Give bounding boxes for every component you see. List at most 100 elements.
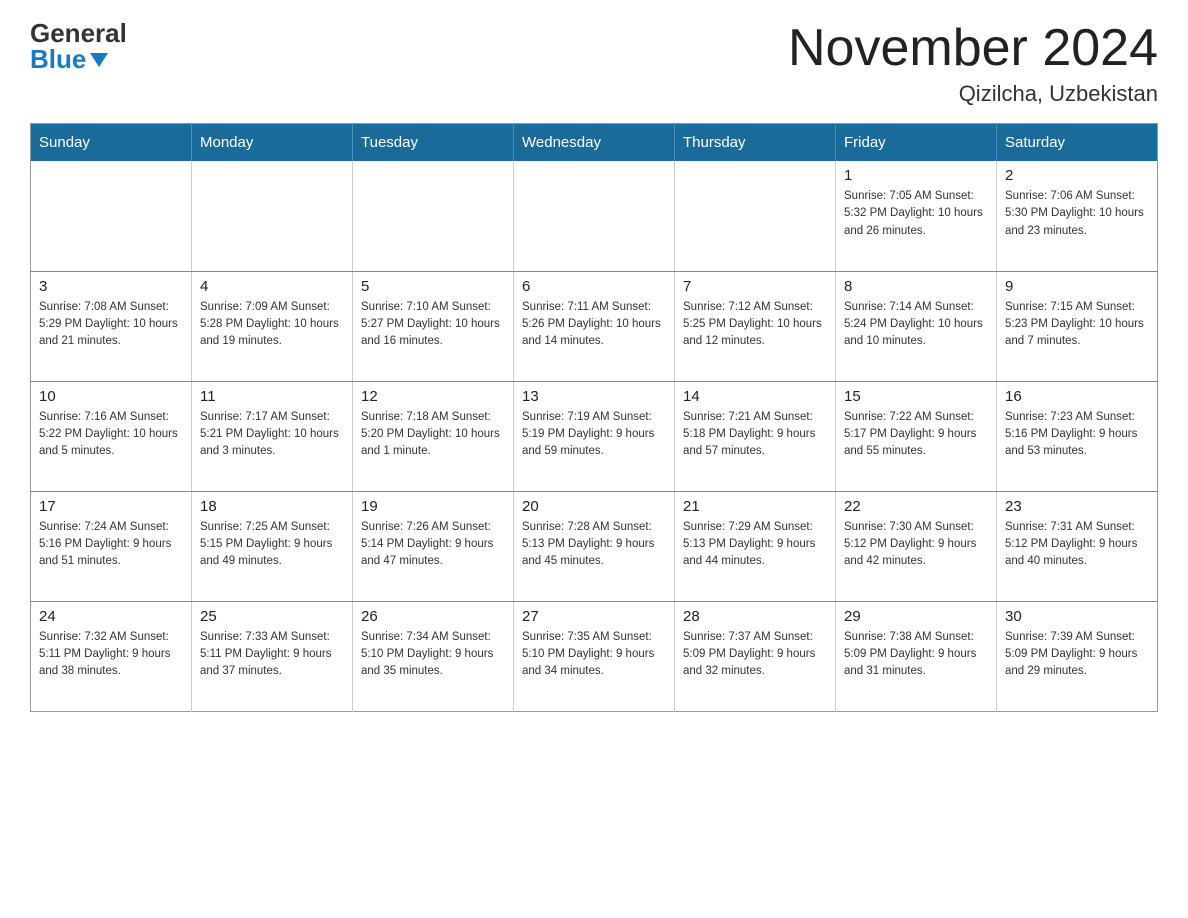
day-number: 19: [361, 498, 505, 515]
day-info: Sunrise: 7:33 AM Sunset: 5:11 PM Dayligh…: [200, 629, 344, 681]
day-info: Sunrise: 7:21 AM Sunset: 5:18 PM Dayligh…: [683, 409, 827, 461]
day-number: 22: [844, 498, 988, 515]
weekday-header-saturday: Saturday: [997, 124, 1158, 162]
calendar-cell: 25 Sunrise: 7:33 AM Sunset: 5:11 PM Dayli…: [192, 601, 353, 711]
calendar-cell: 14 Sunrise: 7:21 AM Sunset: 5:18 PM Dayli…: [675, 381, 836, 491]
calendar-cell: [514, 161, 675, 271]
weekday-header-thursday: Thursday: [675, 124, 836, 162]
calendar-cell: 26 Sunrise: 7:34 AM Sunset: 5:10 PM Dayli…: [353, 601, 514, 711]
day-info: Sunrise: 7:11 AM Sunset: 5:26 PM Dayligh…: [522, 299, 666, 351]
calendar-cell: 30Sunrise: 7:39 AM Sunset: 5:09 PM Dayli…: [997, 601, 1158, 711]
calendar-cell: 15 Sunrise: 7:22 AM Sunset: 5:17 PM Dayli…: [836, 381, 997, 491]
day-number: 5: [361, 278, 505, 295]
weekday-header-monday: Monday: [192, 124, 353, 162]
day-info: Sunrise: 7:32 AM Sunset: 5:11 PM Dayligh…: [39, 629, 183, 681]
day-info: Sunrise: 7:23 AM Sunset: 5:16 PM Dayligh…: [1005, 409, 1149, 461]
day-number: 21: [683, 498, 827, 515]
day-info: Sunrise: 7:30 AM Sunset: 5:12 PM Dayligh…: [844, 519, 988, 571]
day-number: 10: [39, 388, 183, 405]
calendar-week-row: 1Sunrise: 7:05 AM Sunset: 5:32 PM Daylig…: [31, 161, 1158, 271]
day-info: Sunrise: 7:22 AM Sunset: 5:17 PM Dayligh…: [844, 409, 988, 461]
day-number: 15: [844, 388, 988, 405]
day-info: Sunrise: 7:14 AM Sunset: 5:24 PM Dayligh…: [844, 299, 988, 351]
calendar-cell: 12 Sunrise: 7:18 AM Sunset: 5:20 PM Dayli…: [353, 381, 514, 491]
day-info: Sunrise: 7:18 AM Sunset: 5:20 PM Dayligh…: [361, 409, 505, 461]
day-number: 24: [39, 608, 183, 625]
day-number: 4: [200, 278, 344, 295]
day-info: Sunrise: 7:24 AM Sunset: 5:16 PM Dayligh…: [39, 519, 183, 571]
day-number: 3: [39, 278, 183, 295]
day-info: Sunrise: 7:35 AM Sunset: 5:10 PM Dayligh…: [522, 629, 666, 681]
day-number: 20: [522, 498, 666, 515]
day-number: 26: [361, 608, 505, 625]
calendar-table: SundayMondayTuesdayWednesdayThursdayFrid…: [30, 123, 1158, 712]
calendar-week-row: 3 Sunrise: 7:08 AM Sunset: 5:29 PM Daylig…: [31, 271, 1158, 381]
day-info: Sunrise: 7:34 AM Sunset: 5:10 PM Dayligh…: [361, 629, 505, 681]
day-info: Sunrise: 7:31 AM Sunset: 5:12 PM Dayligh…: [1005, 519, 1149, 571]
day-number: 27: [522, 608, 666, 625]
weekday-header-row: SundayMondayTuesdayWednesdayThursdayFrid…: [31, 124, 1158, 162]
day-number: 1: [844, 167, 988, 184]
day-number: 23: [1005, 498, 1149, 515]
day-info: Sunrise: 7:16 AM Sunset: 5:22 PM Dayligh…: [39, 409, 183, 461]
day-number: 2: [1005, 167, 1149, 184]
calendar-cell: 27 Sunrise: 7:35 AM Sunset: 5:10 PM Dayli…: [514, 601, 675, 711]
calendar-cell: 22 Sunrise: 7:30 AM Sunset: 5:12 PM Dayli…: [836, 491, 997, 601]
day-number: 28: [683, 608, 827, 625]
title-section: November 2024 Qizilcha, Uzbekistan: [788, 20, 1158, 107]
day-info: Sunrise: 7:38 AM Sunset: 5:09 PM Dayligh…: [844, 629, 988, 681]
logo-arrow-icon: [90, 53, 108, 67]
day-number: 30: [1005, 608, 1149, 625]
day-number: 25: [200, 608, 344, 625]
calendar-cell: 8Sunrise: 7:14 AM Sunset: 5:24 PM Daylig…: [836, 271, 997, 381]
day-number: 13: [522, 388, 666, 405]
calendar-cell: 7 Sunrise: 7:12 AM Sunset: 5:25 PM Daylig…: [675, 271, 836, 381]
calendar-cell: 6Sunrise: 7:11 AM Sunset: 5:26 PM Daylig…: [514, 271, 675, 381]
day-number: 11: [200, 388, 344, 405]
day-info: Sunrise: 7:37 AM Sunset: 5:09 PM Dayligh…: [683, 629, 827, 681]
day-info: Sunrise: 7:08 AM Sunset: 5:29 PM Dayligh…: [39, 299, 183, 351]
calendar-cell: [192, 161, 353, 271]
day-number: 7: [683, 278, 827, 295]
calendar-cell: 23 Sunrise: 7:31 AM Sunset: 5:12 PM Dayli…: [997, 491, 1158, 601]
day-info: Sunrise: 7:12 AM Sunset: 5:25 PM Dayligh…: [683, 299, 827, 351]
calendar-cell: 9Sunrise: 7:15 AM Sunset: 5:23 PM Daylig…: [997, 271, 1158, 381]
calendar-cell: 18Sunrise: 7:25 AM Sunset: 5:15 PM Dayli…: [192, 491, 353, 601]
day-info: Sunrise: 7:19 AM Sunset: 5:19 PM Dayligh…: [522, 409, 666, 461]
day-info: Sunrise: 7:25 AM Sunset: 5:15 PM Dayligh…: [200, 519, 344, 571]
calendar-cell: 19Sunrise: 7:26 AM Sunset: 5:14 PM Dayli…: [353, 491, 514, 601]
day-number: 9: [1005, 278, 1149, 295]
calendar-cell: 24 Sunrise: 7:32 AM Sunset: 5:11 PM Dayli…: [31, 601, 192, 711]
page-header: General Blue November 2024 Qizilcha, Uzb…: [30, 20, 1158, 107]
calendar-cell: [31, 161, 192, 271]
day-number: 14: [683, 388, 827, 405]
day-info: Sunrise: 7:29 AM Sunset: 5:13 PM Dayligh…: [683, 519, 827, 571]
calendar-week-row: 24 Sunrise: 7:32 AM Sunset: 5:11 PM Dayli…: [31, 601, 1158, 711]
calendar-cell: 5Sunrise: 7:10 AM Sunset: 5:27 PM Daylig…: [353, 271, 514, 381]
calendar-cell: 2 Sunrise: 7:06 AM Sunset: 5:30 PM Daylig…: [997, 161, 1158, 271]
calendar-cell: 10 Sunrise: 7:16 AM Sunset: 5:22 PM Dayli…: [31, 381, 192, 491]
calendar-cell: 20 Sunrise: 7:28 AM Sunset: 5:13 PM Dayli…: [514, 491, 675, 601]
calendar-cell: 29Sunrise: 7:38 AM Sunset: 5:09 PM Dayli…: [836, 601, 997, 711]
day-info: Sunrise: 7:17 AM Sunset: 5:21 PM Dayligh…: [200, 409, 344, 461]
day-info: Sunrise: 7:09 AM Sunset: 5:28 PM Dayligh…: [200, 299, 344, 351]
calendar-cell: [675, 161, 836, 271]
weekday-header-friday: Friday: [836, 124, 997, 162]
calendar-cell: 4 Sunrise: 7:09 AM Sunset: 5:28 PM Daylig…: [192, 271, 353, 381]
calendar-cell: 11 Sunrise: 7:17 AM Sunset: 5:21 PM Dayli…: [192, 381, 353, 491]
calendar-cell: 16 Sunrise: 7:23 AM Sunset: 5:16 PM Dayli…: [997, 381, 1158, 491]
calendar-week-row: 10 Sunrise: 7:16 AM Sunset: 5:22 PM Dayli…: [31, 381, 1158, 491]
day-info: Sunrise: 7:06 AM Sunset: 5:30 PM Dayligh…: [1005, 188, 1149, 240]
calendar-cell: 28 Sunrise: 7:37 AM Sunset: 5:09 PM Dayli…: [675, 601, 836, 711]
calendar-cell: 1Sunrise: 7:05 AM Sunset: 5:32 PM Daylig…: [836, 161, 997, 271]
logo-line1: General: [30, 20, 127, 46]
calendar-week-row: 17 Sunrise: 7:24 AM Sunset: 5:16 PM Dayli…: [31, 491, 1158, 601]
day-number: 16: [1005, 388, 1149, 405]
calendar-cell: 13 Sunrise: 7:19 AM Sunset: 5:19 PM Dayli…: [514, 381, 675, 491]
day-info: Sunrise: 7:28 AM Sunset: 5:13 PM Dayligh…: [522, 519, 666, 571]
day-number: 12: [361, 388, 505, 405]
day-number: 17: [39, 498, 183, 515]
calendar-cell: 3 Sunrise: 7:08 AM Sunset: 5:29 PM Daylig…: [31, 271, 192, 381]
weekday-header-wednesday: Wednesday: [514, 124, 675, 162]
logo: General Blue: [30, 20, 127, 72]
